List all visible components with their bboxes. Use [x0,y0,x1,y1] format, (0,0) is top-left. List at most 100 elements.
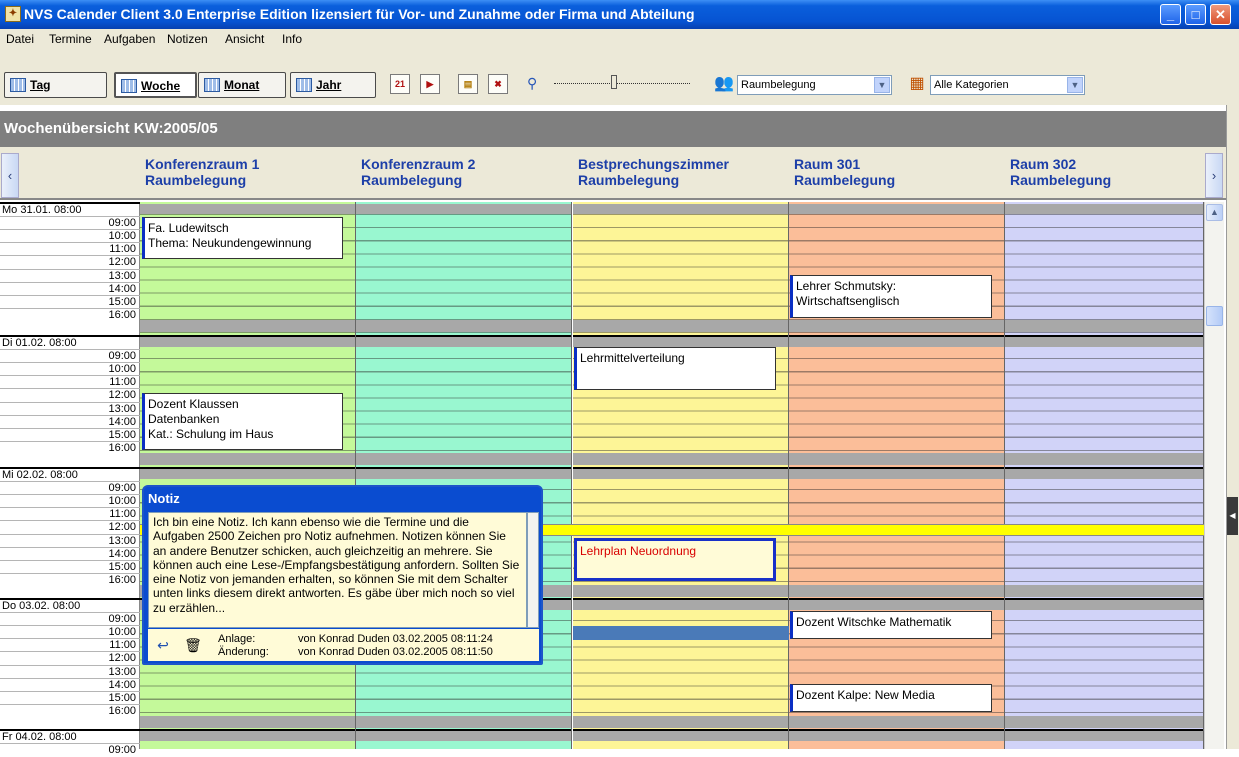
magnifier-icon: ⚲ [527,75,538,91]
hour-label: 15:00 [0,559,140,573]
hour-label: 10:00 [0,625,140,638]
view-tag-button[interactable]: Tag [4,72,107,98]
menu-aufgaben[interactable]: Aufgaben [104,32,155,46]
appointment[interactable]: Fa. Ludewitsch Thema: Neukundengewinnung [142,217,343,259]
collapse-panel-handle[interactable]: ◀ [1227,497,1238,535]
hour-label: 11:00 [0,242,140,255]
column-sub: Raumbelegung [361,172,463,188]
day-label: Mi 02.02. 08:00 [0,467,140,481]
hour-label: 12:00 [0,255,140,268]
resource-select-value: Raumbelegung [741,79,816,91]
view-jahr-button[interactable]: Jahr [290,72,376,98]
calendar-21-icon[interactable]: 21 [390,74,410,94]
menu-termine[interactable]: Termine [49,32,92,46]
column-header-konferenzraum-1[interactable]: Konferenzraum 1 Raumbelegung [145,156,259,188]
hour-label: 13:00 [0,268,140,282]
hour-label: 15:00 [0,427,140,441]
zoom-slider[interactable]: ⚲ [527,73,692,95]
view-woche-label: Woche [141,79,181,93]
folder-icon[interactable]: ▤ [458,74,478,94]
hour-label: 16:00 [0,307,140,321]
appointment[interactable]: Lehrer Schmutsky: Wirtschaftsenglisch [790,275,992,318]
appointment[interactable]: Lehrmittelverteilung [574,347,776,390]
minimize-button[interactable]: _ [1160,4,1181,25]
view-monat-label: Monat [224,78,260,92]
scroll-up-button[interactable]: ▲ [1206,204,1223,221]
view-woche-button[interactable]: Woche [114,72,197,98]
note-created-label: Anlage: [218,633,256,645]
hour-label: 13:00 [0,401,140,415]
appointment[interactable]: Dozent Klaussen Datenbanken Kat.: Schulu… [142,393,343,450]
menu-ansicht[interactable]: Ansicht [225,32,264,46]
note-title: Notiz [148,491,180,506]
category-select[interactable]: Alle Kategorien ▼ [930,75,1085,95]
time-column: Mo 31.01. 08:00 09:00 10:00 11:00 12:00 13:00… [0,202,140,756]
column-raum-302[interactable] [1005,202,1204,749]
note-body[interactable]: Ich bin eine Notiz. Ich kann ebenso wie … [148,512,527,628]
day-label: Di 01.02. 08:00 [0,335,140,349]
appointment[interactable]: Lehrplan Neuordnung [574,538,776,581]
hour-label: 10:00 [0,362,140,375]
prev-columns-button[interactable]: ‹ [1,153,19,198]
toolbar: Tag Woche Monat Jahr 21 ▶ ▤ ✖ ⚲ 👥 Raumbe… [0,49,1239,105]
hour-label: 10:00 [0,494,140,507]
column-sub: Raumbelegung [1010,172,1112,188]
close-button[interactable]: ✕ [1210,4,1231,25]
note-created-value: von Konrad Duden 03.02.2005 08:11:24 [298,633,493,645]
hour-label: 11:00 [0,638,140,651]
selected-slot[interactable] [573,626,789,640]
trash-icon[interactable]: 🗑 [182,634,204,656]
column-header-bestprechungszimmer[interactable]: Bestprechungszimmer Raumbelegung [578,156,729,188]
chevron-down-icon[interactable]: ▼ [874,77,890,93]
note-scrollbar[interactable] [527,512,539,628]
maximize-button[interactable]: □ [1185,4,1206,25]
calendar-grid[interactable] [140,202,1204,749]
view-tag-label: Tag [30,78,51,92]
hour-label: 14:00 [0,281,140,295]
chevron-down-icon[interactable]: ▼ [1067,77,1083,93]
column-konferenzraum-2[interactable] [356,202,572,749]
menu-notizen[interactable]: Notizen [167,32,208,46]
grid-icon [10,78,26,92]
column-bestprechungszimmer[interactable] [573,202,789,749]
column-name: Raum 302 [1010,156,1077,172]
hour-label: 09:00 [0,743,140,756]
column-sub: Raumbelegung [578,172,680,188]
window-title: NVS Calender Client 3.0 Enterprise Editi… [24,6,695,22]
menu-datei[interactable]: Datei [6,32,34,46]
delete-icon[interactable]: ✖ [488,74,508,94]
hour-label: 09:00 [0,216,140,229]
side-panel-edge: ◀ [1226,105,1239,749]
appointment[interactable]: Dozent Kalpe: New Media [790,684,992,712]
column-name: Konferenzraum 1 [145,156,260,172]
people-icon: 👥 [714,75,734,92]
week-overview-title: Wochenübersicht KW:2005/05 [0,111,1226,147]
hour-label: 15:00 [0,690,140,704]
note-changed-label: Änderung: [218,646,269,658]
column-header-konferenzraum-2[interactable]: Konferenzraum 2 Raumbelegung [361,156,475,188]
column-konferenzraum-1[interactable] [140,202,356,749]
column-sub: Raumbelegung [794,172,896,188]
appointment[interactable]: Dozent Witschke Mathematik [790,611,992,639]
vertical-scrollbar[interactable]: ▲ [1204,202,1224,749]
year-icon [296,78,312,92]
title-bar: ✦ NVS Calender Client 3.0 Enterprise Edi… [0,0,1239,29]
hour-label: 09:00 [0,349,140,362]
reply-icon[interactable]: ↩ [152,634,174,656]
calendar-next-icon[interactable]: ▶ [420,74,440,94]
resource-select[interactable]: Raumbelegung ▼ [737,75,892,95]
scroll-thumb[interactable] [1206,306,1223,326]
menu-info[interactable]: Info [282,32,302,46]
column-header-raum-301[interactable]: Raum 301 Raumbelegung [794,156,895,188]
hour-label: 15:00 [0,294,140,308]
column-sub: Raumbelegung [145,172,247,188]
column-header-raum-302[interactable]: Raum 302 Raumbelegung [1010,156,1111,188]
note-popup[interactable]: Notiz Ich bin eine Notiz. Ich kann ebens… [142,485,543,665]
view-monat-button[interactable]: Monat [198,72,286,98]
app-icon: ✦ [5,6,21,22]
hour-label: 16:00 [0,572,140,586]
next-columns-button[interactable]: › [1205,153,1223,198]
hour-label: 16:00 [0,440,140,454]
zoom-thumb[interactable] [611,75,617,89]
column-header-row: ‹ Konferenzraum 1 Raumbelegung Konferenzr… [0,147,1226,200]
